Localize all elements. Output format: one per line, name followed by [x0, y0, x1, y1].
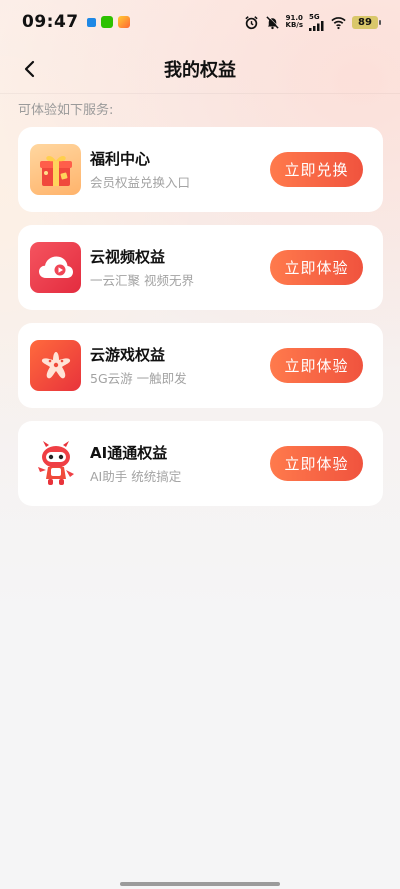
card-text: AI通通权益 AI助手 统统搞定 [90, 443, 270, 485]
app-notification-icon [86, 17, 96, 27]
card-text: 云游戏权益 5G云游 一触即发 [90, 345, 270, 387]
cloud-video-icon [30, 242, 81, 293]
try-now-button[interactable]: 立即体验 [270, 250, 363, 285]
gift-icon [30, 144, 81, 195]
card-title: 云游戏权益 [90, 345, 166, 364]
screen: 09:47 91.0 KB/s 5G 89 我的权益 可体验如下服务: 福利中心… [0, 0, 400, 889]
battery-indicator: 89 [352, 15, 381, 29]
redeem-button[interactable]: 立即兑换 [270, 152, 363, 187]
benefit-card-cloud-game[interactable]: 云游戏权益 5G云游 一触即发 立即体验 [18, 323, 383, 408]
card-text: 福利中心 会员权益兑换入口 [90, 149, 270, 191]
network-speed-unit: KB/s [285, 21, 303, 29]
benefit-card-welfare[interactable]: 福利中心 会员权益兑换入口 立即兑换 [18, 127, 383, 212]
status-bar: 09:47 91.0 KB/s 5G 89 [0, 0, 400, 44]
signal-bars-icon [309, 21, 324, 31]
section-subtitle: 可体验如下服务: [18, 103, 114, 118]
card-desc: AI助手 统统搞定 [90, 468, 182, 484]
cloud-game-icon [30, 340, 81, 391]
mute-bell-icon [265, 15, 279, 29]
card-text: 云视频权益 一云汇聚 视频无界 [90, 247, 270, 289]
wifi-icon [331, 16, 346, 29]
status-right: 91.0 KB/s 5G 89 [244, 13, 381, 31]
status-time: 09:47 [22, 12, 79, 32]
try-now-button[interactable]: 立即体验 [270, 348, 363, 383]
network-speed: 91.0 KB/s [286, 15, 303, 29]
back-button[interactable] [16, 56, 42, 82]
benefit-card-cloud-video[interactable]: 云视频权益 一云汇聚 视频无界 立即体验 [18, 225, 383, 310]
page-title: 我的权益 [164, 59, 236, 81]
cellular-signal: 5G [309, 13, 325, 31]
network-type: 5G [309, 13, 320, 21]
card-title: AI通通权益 [90, 443, 168, 462]
chevron-left-icon [24, 60, 35, 78]
try-now-button[interactable]: 立即体验 [270, 446, 363, 481]
game-app-icon [117, 16, 130, 28]
wechat-icon [100, 16, 113, 28]
nav-header: 我的权益 [0, 44, 400, 94]
card-desc: 一云汇聚 视频无界 [90, 272, 194, 288]
home-indicator[interactable] [120, 882, 280, 886]
benefit-card-ai[interactable]: AI通通权益 AI助手 统统搞定 立即体验 [18, 421, 383, 506]
card-title: 云视频权益 [90, 247, 166, 266]
alarm-icon [244, 15, 258, 29]
card-desc: 会员权益兑换入口 [90, 174, 191, 190]
card-title: 福利中心 [90, 149, 151, 168]
notification-icons [86, 16, 130, 28]
ai-mascot-icon [30, 438, 81, 489]
card-desc: 5G云游 一触即发 [90, 370, 187, 386]
